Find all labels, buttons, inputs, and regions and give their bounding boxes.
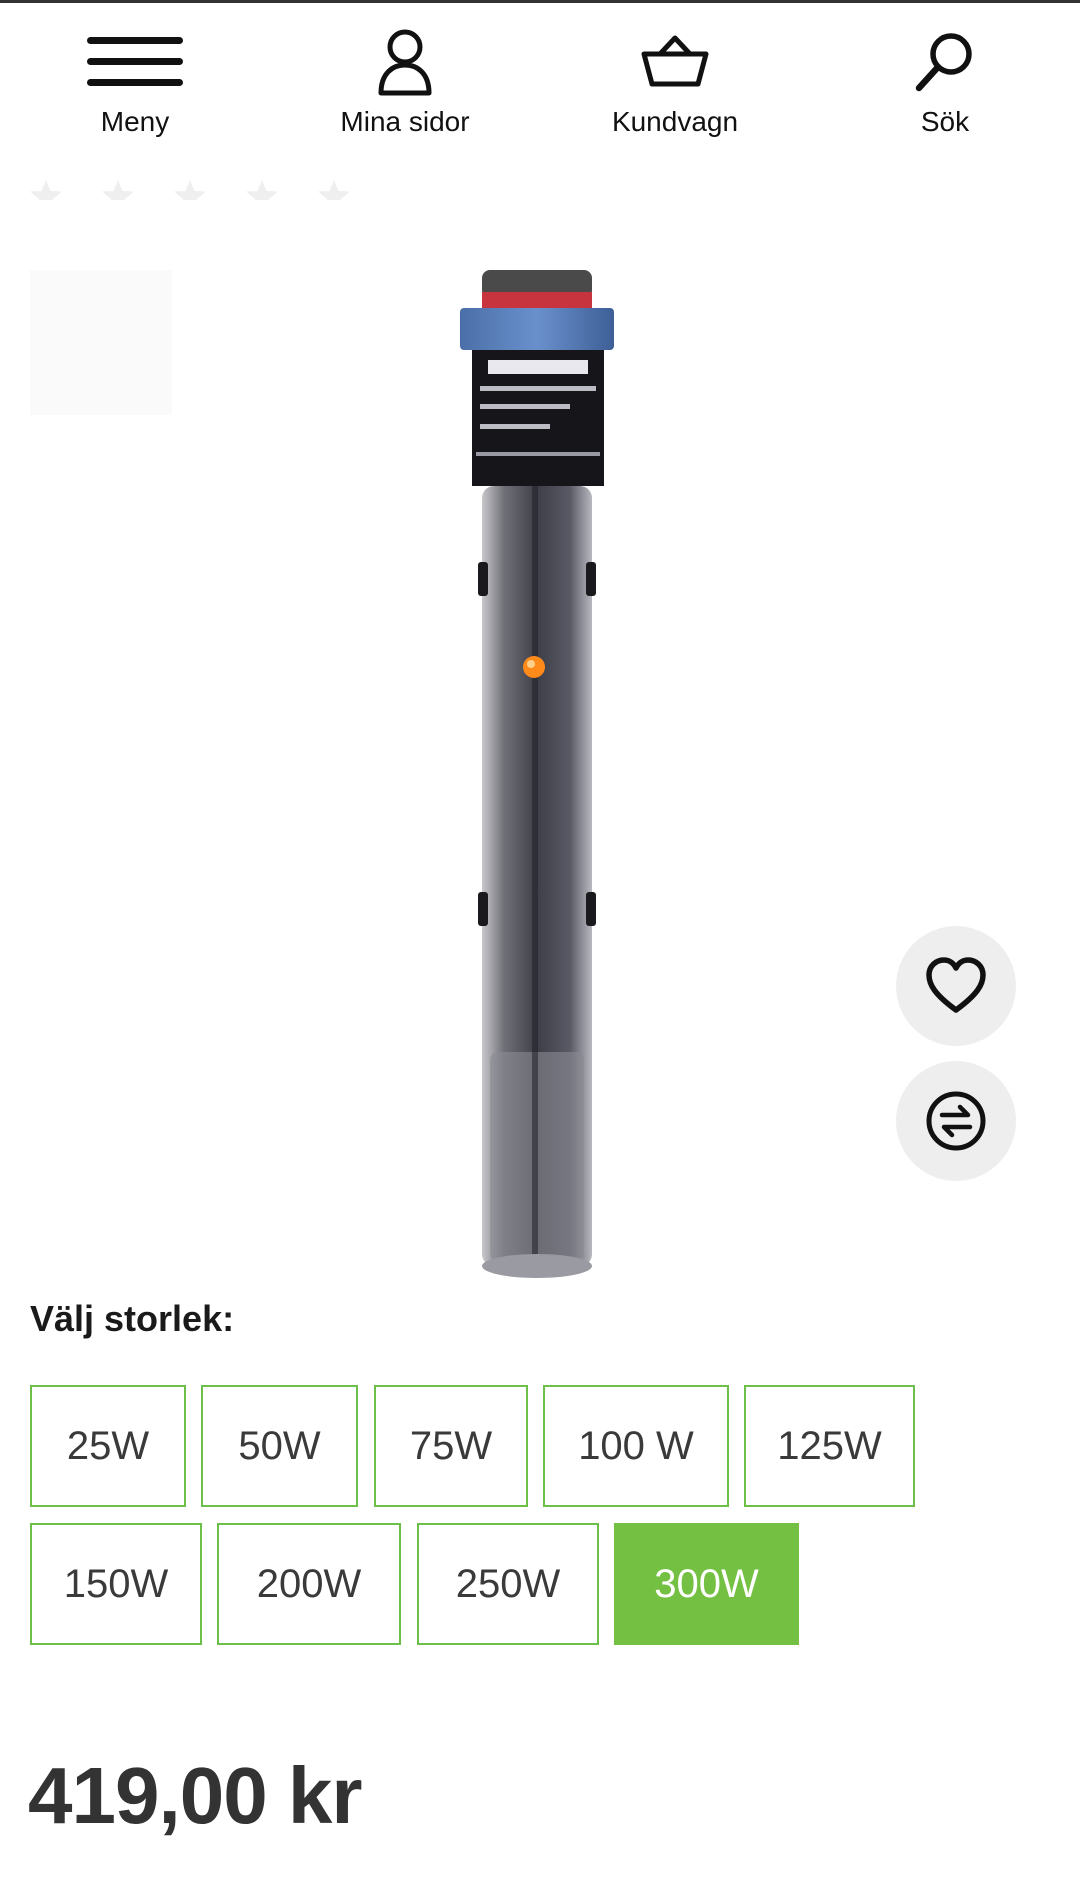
size-option-300w-selected[interactable]: 300W bbox=[614, 1523, 799, 1645]
size-selector-title: Välj storlek: bbox=[30, 1298, 235, 1339]
size-option-150w[interactable]: 150W bbox=[30, 1523, 202, 1645]
favorite-button[interactable] bbox=[896, 926, 1016, 1046]
top-border bbox=[0, 0, 1080, 3]
size-option-250w[interactable]: 250W bbox=[417, 1523, 599, 1645]
star-icon bbox=[174, 180, 206, 200]
search-label: Sök bbox=[920, 106, 970, 137]
product-image bbox=[460, 270, 614, 1278]
product-price: 419,00 kr bbox=[28, 1751, 363, 1840]
cart-label: Kundvagn bbox=[611, 106, 739, 137]
size-option-75w[interactable]: 75W bbox=[374, 1385, 528, 1507]
star-icon bbox=[246, 180, 278, 200]
user-icon bbox=[355, 22, 455, 102]
basket-icon bbox=[625, 22, 725, 102]
size-option-125w[interactable]: 125W bbox=[744, 1385, 915, 1507]
size-option-200w[interactable]: 200W bbox=[217, 1523, 401, 1645]
size-option-25w[interactable]: 25W bbox=[30, 1385, 186, 1507]
search-icon bbox=[895, 22, 995, 102]
top-navigation: Meny Mina sidor Kundvagn Sök bbox=[0, 22, 1080, 142]
menu-label: Meny bbox=[100, 106, 170, 137]
star-icon bbox=[318, 180, 350, 200]
compare-button[interactable] bbox=[896, 1061, 1016, 1181]
account-label: Mina sidor bbox=[340, 106, 470, 137]
cart-button[interactable]: Kundvagn bbox=[575, 22, 775, 138]
star-icon bbox=[102, 180, 134, 200]
product-rating bbox=[28, 178, 352, 200]
menu-button[interactable]: Meny bbox=[35, 22, 235, 138]
compare-arrows-icon bbox=[926, 1091, 986, 1151]
product-thumbnail[interactable] bbox=[30, 270, 172, 415]
search-button[interactable]: Sök bbox=[845, 22, 1045, 138]
heart-icon bbox=[926, 957, 986, 1013]
star-icon bbox=[30, 180, 62, 200]
account-button[interactable]: Mina sidor bbox=[305, 22, 505, 138]
size-option-100w[interactable]: 100 W bbox=[543, 1385, 729, 1507]
hamburger-icon bbox=[85, 22, 185, 102]
size-option-50w[interactable]: 50W bbox=[201, 1385, 358, 1507]
